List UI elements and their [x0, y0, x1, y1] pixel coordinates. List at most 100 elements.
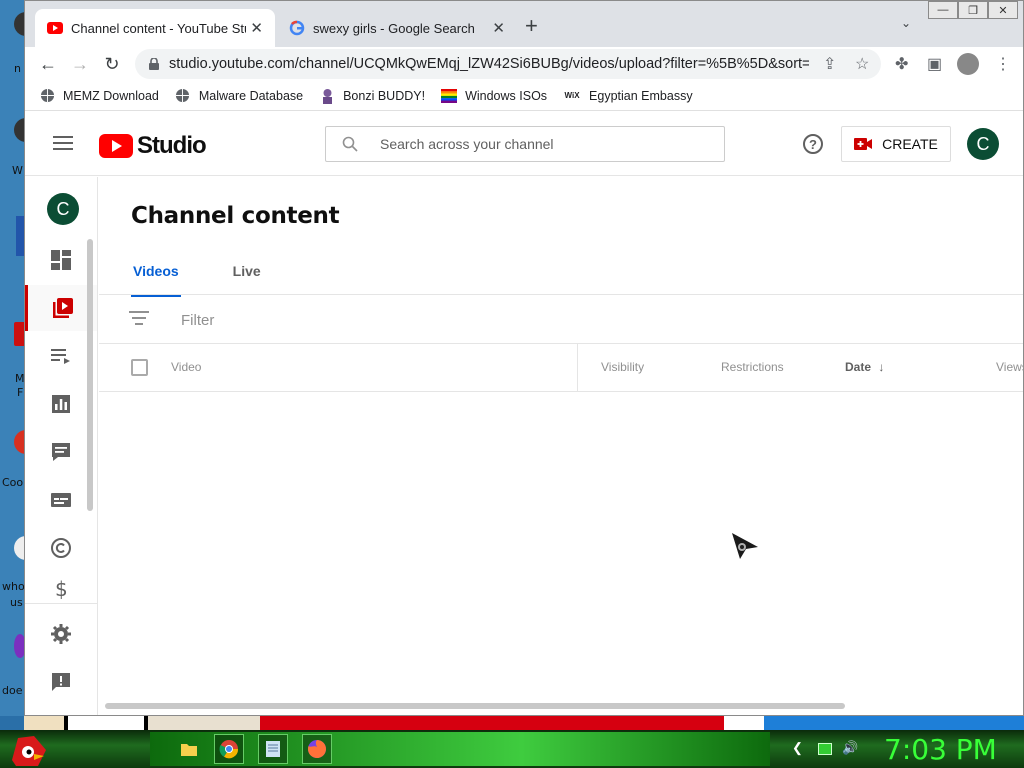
- bookmark-windows-isos[interactable]: Windows ISOs: [441, 88, 547, 104]
- bookmark-label: MEMZ Download: [63, 88, 159, 103]
- google-icon: [289, 20, 305, 36]
- tab-search-button[interactable]: ⌄: [901, 16, 911, 30]
- desktop-icon-3[interactable]: [16, 216, 24, 256]
- back-button[interactable]: ←: [37, 53, 59, 75]
- taskbar: ❮ 🔊 7:03 PM: [0, 730, 1024, 768]
- svg-text:$: $: [55, 577, 68, 599]
- close-tab-icon[interactable]: ✕: [250, 19, 263, 37]
- help-icon[interactable]: ?: [803, 134, 823, 154]
- close-tab-icon[interactable]: ✕: [492, 19, 505, 37]
- bookmark-label: Egyptian Embassy: [589, 88, 693, 103]
- bookmark-memz[interactable]: MEMZ Download: [39, 88, 159, 104]
- minimize-button[interactable]: —: [928, 1, 958, 19]
- bookmark-star-icon[interactable]: ☆: [855, 54, 869, 74]
- content-icon: [52, 298, 73, 318]
- main-content: Channel content Videos Live Filter Video…: [99, 177, 1024, 715]
- bookmark-label: Bonzi BUDDY!: [343, 88, 426, 103]
- menu-hamburger-icon[interactable]: [53, 136, 73, 154]
- network-icon[interactable]: [818, 743, 832, 755]
- forward-button[interactable]: →: [69, 53, 91, 75]
- browser-window: Channel content - YouTube Studio ✕ swexy…: [24, 0, 1024, 716]
- tab-youtube-studio[interactable]: Channel content - YouTube Studio ✕: [35, 9, 275, 47]
- channel-avatar[interactable]: C: [47, 193, 79, 225]
- select-all-checkbox[interactable]: [131, 359, 148, 376]
- channel-search-input[interactable]: Search across your channel: [325, 126, 725, 162]
- address-bar[interactable]: studio.youtube.com/channel/UCQMkQwEMqj_l…: [135, 49, 881, 79]
- menu-kebab-icon[interactable]: ⋮: [995, 54, 1011, 74]
- column-date[interactable]: Date ↓: [845, 360, 884, 374]
- filter-bar[interactable]: Filter: [129, 311, 214, 329]
- taskbar-notepad-button[interactable]: [258, 734, 288, 764]
- sidebar-item-earn[interactable]: $: [25, 573, 97, 603]
- address-url: studio.youtube.com/channel/UCQMkQwEMqj_l…: [169, 56, 809, 72]
- bookmark-label: Malware Database: [198, 88, 304, 103]
- new-tab-button[interactable]: +: [525, 13, 538, 39]
- folder-icon: [181, 744, 197, 756]
- tab-videos[interactable]: Videos: [131, 259, 181, 297]
- bookmark-bonzi-buddy[interactable]: Bonzi BUDDY!: [319, 88, 425, 104]
- youtube-studio-logo[interactable]: Studio: [99, 132, 207, 160]
- desktop-wallpaper-strip: [24, 716, 1024, 730]
- rainbow-flag-icon: [441, 88, 458, 104]
- desktop-icon-label: F: [17, 386, 24, 399]
- logo-text: Studio: [137, 132, 207, 159]
- tab-live[interactable]: Live: [231, 259, 263, 297]
- taskbar-chrome-button[interactable]: [214, 734, 244, 764]
- tray-chevron-icon[interactable]: ❮: [792, 740, 803, 756]
- column-date-label: Date: [845, 360, 872, 374]
- tabs-divider: [99, 294, 1023, 295]
- close-window-button[interactable]: ✕: [988, 1, 1018, 19]
- tab-title: swexy girls - Google Search: [313, 20, 475, 36]
- page-title: Channel content: [131, 203, 340, 229]
- tab-strip: Channel content - YouTube Studio ✕ swexy…: [25, 1, 1023, 47]
- filter-input[interactable]: Filter: [181, 312, 214, 329]
- taskbar-firefox-button[interactable]: [302, 734, 332, 764]
- dollar-icon: $: [55, 577, 68, 599]
- subtitles-icon: [51, 493, 71, 507]
- tab-google-search[interactable]: swexy girls - Google Search ✕: [277, 9, 517, 47]
- maximize-button[interactable]: ❐: [958, 1, 988, 19]
- filter-icon[interactable]: [129, 311, 149, 329]
- gear-icon: [51, 624, 71, 644]
- bookmark-label: Windows ISOs: [465, 88, 548, 103]
- volume-icon[interactable]: 🔊: [842, 740, 858, 756]
- notepad-icon: [266, 741, 280, 757]
- bookmark-egyptian-embassy[interactable]: WiX Egyptian Embassy: [563, 88, 693, 104]
- column-views[interactable]: Views: [996, 360, 1024, 374]
- sidebar-divider: [25, 603, 97, 604]
- column-restrictions[interactable]: Restrictions: [721, 360, 784, 374]
- column-divider[interactable]: [577, 343, 578, 391]
- playlists-icon: [51, 349, 70, 364]
- horizontal-scrollbar[interactable]: [105, 703, 845, 709]
- lock-icon: [149, 57, 159, 70]
- sidebar-item-feedback[interactable]: [25, 659, 97, 705]
- column-visibility[interactable]: Visibility: [601, 360, 644, 374]
- youtube-icon: [47, 20, 63, 36]
- bookmark-malware-database[interactable]: Malware Database: [175, 88, 303, 104]
- desktop-icon-label: doe: [2, 684, 23, 697]
- create-label: CREATE: [882, 136, 938, 152]
- mouse-cursor-icon: [732, 533, 758, 559]
- header-divider: [99, 391, 1023, 392]
- wix-icon: WiX: [564, 91, 580, 100]
- table-header: Video Visibility Restrictions Date ↓ Vie…: [99, 343, 1024, 391]
- account-avatar[interactable]: C: [967, 128, 999, 160]
- sidebar-item-settings[interactable]: [25, 611, 97, 657]
- extensions-icon[interactable]: ✤: [895, 54, 908, 74]
- angry-bird-start-icon[interactable]: [8, 730, 48, 768]
- youtube-play-icon: [99, 134, 133, 158]
- profile-avatar-icon[interactable]: [957, 53, 979, 75]
- side-panel-icon[interactable]: ▣: [927, 54, 942, 74]
- studio-header: Studio Search across your channel ? CREA…: [25, 112, 1023, 176]
- taskbar-clock[interactable]: 7:03 PM: [884, 733, 997, 766]
- create-button[interactable]: CREATE: [841, 126, 951, 162]
- reload-button[interactable]: ↻: [101, 53, 123, 75]
- sidebar-scrollbar[interactable]: [87, 239, 93, 511]
- window-controls: — ❐ ✕: [928, 1, 1018, 19]
- desktop-icon-label: Coo: [2, 476, 24, 489]
- share-icon[interactable]: ⇪: [823, 54, 836, 74]
- sidebar-item-copyright[interactable]: [25, 525, 97, 571]
- desktop-icon-label: n: [14, 62, 21, 75]
- tab-title: Channel content - YouTube Studio: [71, 20, 246, 36]
- taskbar-folder-button[interactable]: [174, 734, 204, 764]
